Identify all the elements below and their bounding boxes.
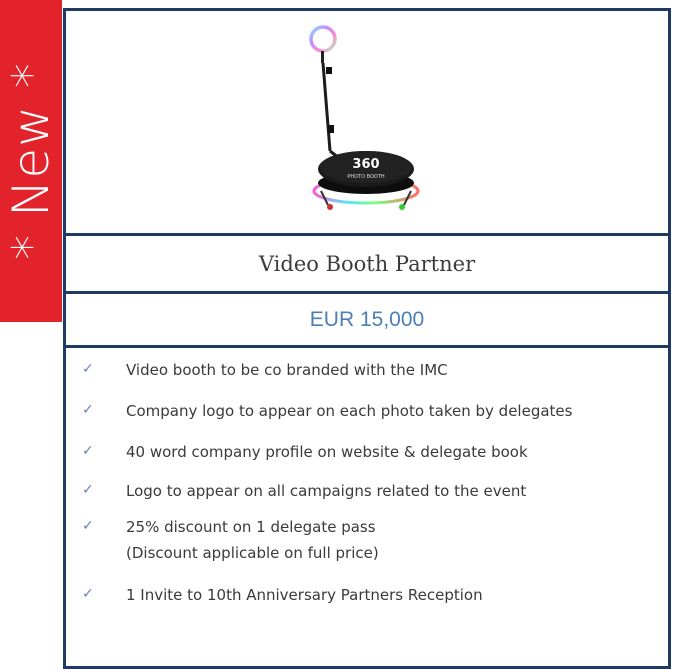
package-card: 360 PHOTO BOOTH Video Booth Partner EUR … xyxy=(63,8,671,669)
package-title: Video Booth Partner xyxy=(258,251,476,276)
feature-text: Video booth to be co branded with the IM… xyxy=(126,361,448,379)
check-icon: ✓ xyxy=(82,402,94,418)
package-price-row: EUR 15,000 xyxy=(66,294,668,348)
booth-subtitle-text: PHOTO BOOTH xyxy=(347,174,385,180)
feature-text: 1 Invite to 10th Anniversary Partners Re… xyxy=(126,586,483,604)
feature-text: 40 word company profile on website & del… xyxy=(126,443,528,461)
check-icon: ✓ xyxy=(82,518,94,534)
check-icon: ✓ xyxy=(82,443,94,459)
check-icon: ✓ xyxy=(82,361,94,377)
feature-note: (Discount applicable on full price) xyxy=(126,544,379,562)
check-icon: ✓ xyxy=(82,586,94,602)
package-price: EUR 15,000 xyxy=(309,307,425,331)
photo-booth-illustration: 360 PHOTO BOOTH xyxy=(309,25,420,210)
check-icon: ✓ xyxy=(82,482,94,498)
new-ribbon: * New * xyxy=(0,0,62,322)
package-title-row: Video Booth Partner xyxy=(66,236,668,294)
product-image: 360 PHOTO BOOTH xyxy=(66,11,668,236)
booth-brand-text: 360 xyxy=(352,157,379,172)
feature-text: Company logo to appear on each photo tak… xyxy=(126,402,573,420)
feature-text: 25% discount on 1 delegate pass xyxy=(126,518,376,536)
feature-text: Logo to appear on all campaigns related … xyxy=(126,482,527,500)
new-ribbon-label: * New * xyxy=(2,62,61,260)
